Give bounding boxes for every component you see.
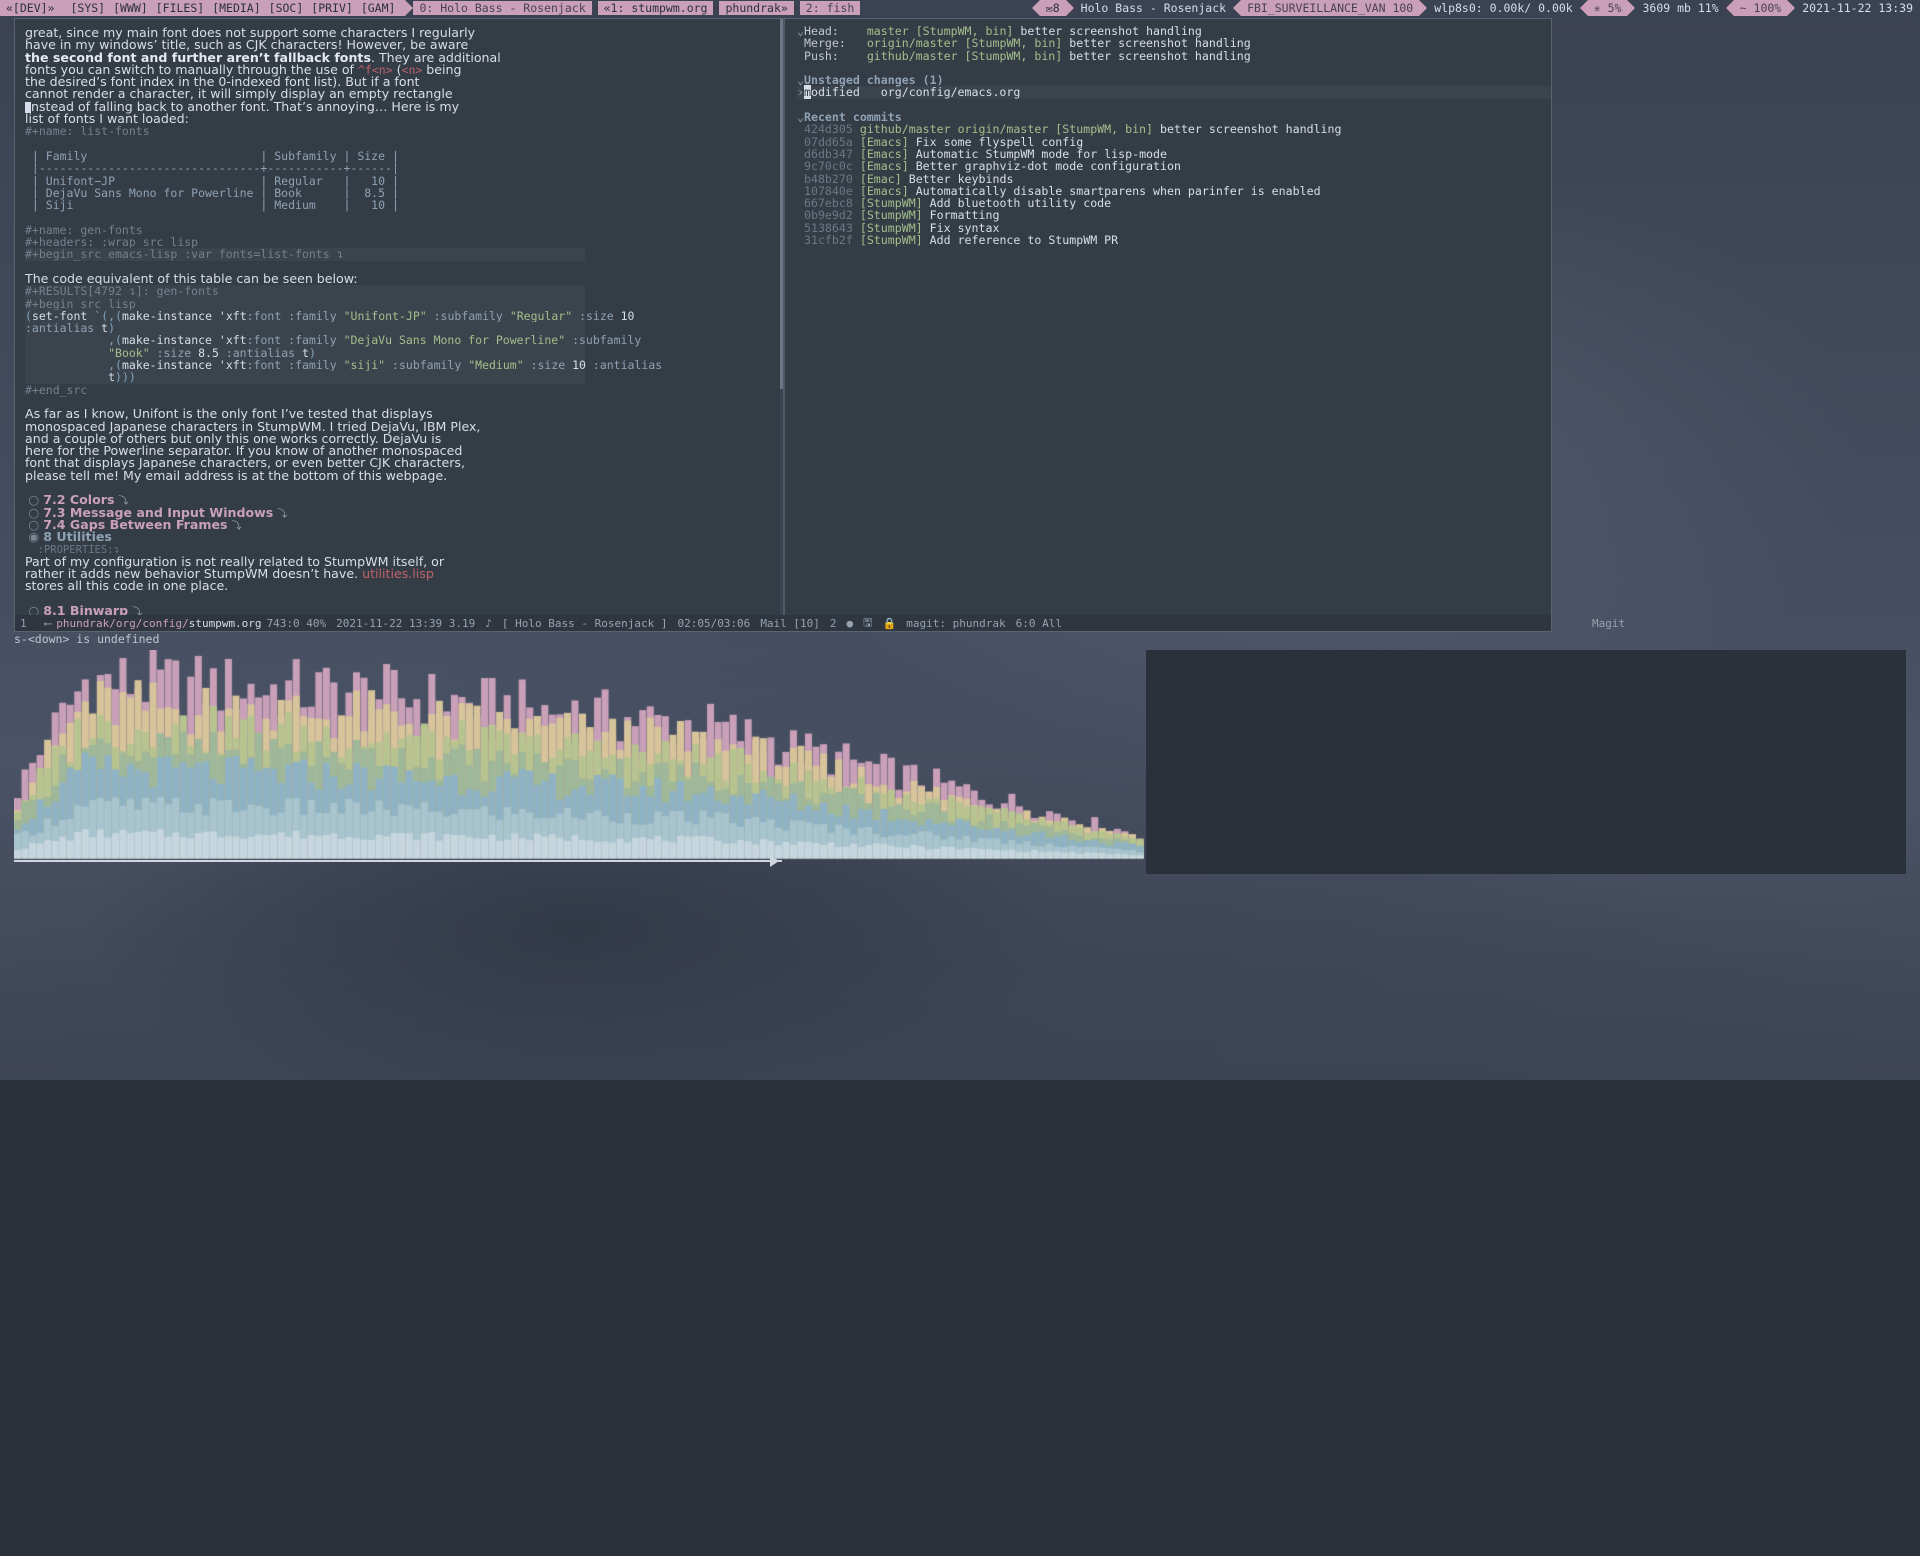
tag-sys[interactable]: [SYS] xyxy=(66,1,109,15)
terminal-window[interactable]: phundrak@leon Distro: Arch LinuxKernel: … xyxy=(1146,650,1906,874)
tag-list[interactable]: [SYS][WWW][FILES][MEDIA][SOC][PRIV][GAM] xyxy=(60,0,405,16)
modeline-right-buffer: magit: phundrak xyxy=(901,617,1010,630)
audio-visualizer xyxy=(14,650,1144,874)
modeline-filename: stumpwm.org xyxy=(189,617,262,630)
modeline-position: 743:0 40% xyxy=(262,617,332,630)
fringe xyxy=(15,19,25,615)
modeline-path: phundrak/org/config/ xyxy=(56,617,188,630)
modeline-track: [ Holo Bass - Rosenjack ] xyxy=(497,617,673,630)
modeline-mail[interactable]: Mail [10] xyxy=(755,617,825,630)
powerline-sep-icon xyxy=(1032,0,1040,16)
back-icon[interactable]: ⟵ xyxy=(40,617,57,630)
org-heading[interactable]: 8 Utilities xyxy=(43,529,112,544)
tag-priv[interactable]: [PRIV] xyxy=(307,1,357,15)
modeline-right-window-number: 2 xyxy=(825,617,842,630)
tag-soc[interactable]: [SOC] xyxy=(265,1,308,15)
powerline-sep-icon xyxy=(1233,0,1241,16)
window-entry[interactable]: «1: stumpwm.org xyxy=(598,1,714,15)
emacs-modeline: 1 ⟵ phundrak/org/config/stumpwm.org 743:… xyxy=(15,615,1551,631)
network-iface: wlp8s0: 0.00k/ 0.00k xyxy=(1427,0,1580,16)
network-ssid: FBI_SURVEILLANCE_VAN 100 xyxy=(1241,0,1419,16)
music-note-icon: ♪ xyxy=(480,617,497,630)
lock-icon: 🔒 xyxy=(878,617,902,630)
org-buffer[interactable]: great, since my main font does not suppo… xyxy=(15,19,783,615)
powerline-sep-icon xyxy=(1787,0,1795,16)
workspace-group[interactable]: «[DEV]» xyxy=(0,0,60,16)
modeline-datetime: 2021-11-22 13:39 3.19 xyxy=(331,617,480,630)
save-icon[interactable]: 🖫 xyxy=(858,614,877,633)
memory-indicator: 3609 mb 11% xyxy=(1635,0,1725,16)
cpu-indicator: ✳ 5% xyxy=(1588,0,1628,16)
window-entry[interactable]: 0: Holo Bass - Rosenjack xyxy=(413,1,591,15)
org-content[interactable]: great, since my main font does not suppo… xyxy=(25,19,783,615)
modeline-major-mode: Magit xyxy=(1587,617,1630,630)
org-heading[interactable]: 8.1 Binwarp xyxy=(43,603,128,615)
clock: 2021-11-22 13:39 xyxy=(1795,0,1920,16)
tag-files[interactable]: [FILES] xyxy=(152,1,208,15)
battery-indicator: ~ 100% xyxy=(1734,0,1788,16)
powerline-sep-icon xyxy=(1726,0,1734,16)
powerline-sep-icon xyxy=(1580,0,1588,16)
cpu-icon: ✳ xyxy=(1594,1,1601,15)
envelope-icon: ✉ xyxy=(1046,1,1053,15)
powerline-sep-icon xyxy=(1419,0,1427,16)
battery-icon: ~ xyxy=(1740,1,1747,15)
org-link: utilities.lisp xyxy=(362,566,434,581)
magit-content[interactable]: ⌄Head: master [StumpWM, bin] better scre… xyxy=(795,19,1551,615)
scrollbar[interactable] xyxy=(780,19,783,615)
powerline-sep-icon xyxy=(405,0,413,16)
window-entry[interactable]: phundrak» xyxy=(719,1,793,15)
magit-buffer[interactable]: ⌄Head: master [StumpWM, bin] better scre… xyxy=(785,19,1551,615)
tag-media[interactable]: [MEDIA] xyxy=(208,1,264,15)
now-playing: Holo Bass - Rosenjack xyxy=(1074,0,1233,16)
echo-area: s-<down> is undefined xyxy=(14,632,1552,646)
window-entry[interactable]: 2: fish xyxy=(800,1,860,15)
powerline-sep-icon xyxy=(1627,0,1635,16)
modeline-track-time: 02:05/03:06 xyxy=(672,617,755,630)
stumpwm-modeline: «[DEV]» [SYS][WWW][FILES][MEDIA][SOC][PR… xyxy=(0,0,1920,16)
powerline-sep-icon xyxy=(1066,0,1074,16)
circle-icon: ● xyxy=(842,617,859,630)
mail-indicator[interactable]: ✉8 xyxy=(1040,0,1066,16)
emacs-window[interactable]: great, since my main font does not suppo… xyxy=(14,18,1552,632)
visualizer-arrow-icon xyxy=(770,855,779,867)
group-dev[interactable]: «[DEV]» xyxy=(0,0,60,16)
modeline-right-position: 6:0 All xyxy=(1011,617,1067,630)
tag-gam[interactable]: [GAM] xyxy=(357,1,400,15)
visualizer-baseline xyxy=(14,860,782,862)
tag-www[interactable]: [WWW] xyxy=(109,1,152,15)
modeline-window-number: 1 xyxy=(15,617,32,630)
window-list[interactable]: 0: Holo Bass - Rosenjack «1: stumpwm.org p… xyxy=(413,0,860,16)
